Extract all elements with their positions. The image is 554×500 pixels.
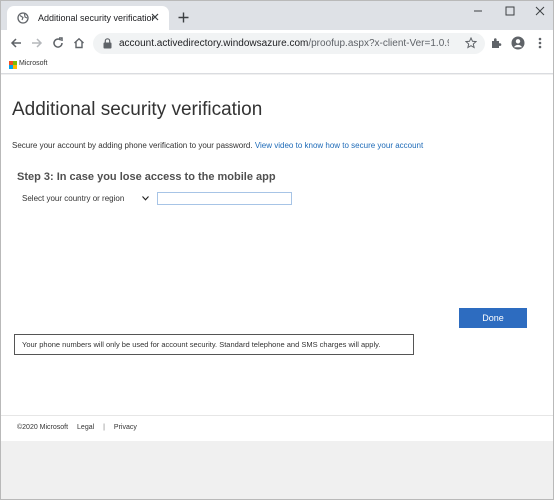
reload-icon[interactable] xyxy=(49,34,67,52)
menu-kebab-icon[interactable] xyxy=(531,34,549,52)
step-heading: Step 3: In case you lose access to the m… xyxy=(17,171,276,183)
bookmark-star-icon[interactable] xyxy=(464,36,478,50)
lock-icon[interactable] xyxy=(101,37,113,50)
chevron-down-icon xyxy=(140,194,150,204)
home-icon[interactable] xyxy=(70,34,88,52)
close-tab-icon[interactable] xyxy=(149,11,161,23)
maximize-icon[interactable] xyxy=(495,1,525,21)
intro-description: Secure your account by adding phone veri… xyxy=(12,141,253,150)
country-select[interactable]: Select your country or region xyxy=(17,192,153,205)
new-tab-icon[interactable] xyxy=(175,9,191,25)
forward-icon[interactable] xyxy=(28,34,46,52)
profile-avatar-icon[interactable] xyxy=(509,34,527,52)
extensions-icon[interactable] xyxy=(487,34,505,52)
tab-strip: Additional security verification xyxy=(1,1,553,30)
footer-separator: | xyxy=(103,424,105,431)
url-path: /proofup.aspx?x-client-Ver=1.0.9&x-c... xyxy=(308,38,449,49)
back-icon[interactable] xyxy=(7,34,25,52)
close-window-icon[interactable] xyxy=(525,1,554,21)
url-host: account.activedirectory.windowsazure.com xyxy=(119,38,309,49)
browser-window: Additional security verification account… xyxy=(0,0,554,500)
address-bar[interactable]: account.activedirectory.windowsazure.com… xyxy=(93,33,485,54)
country-select-value: Select your country or region xyxy=(22,194,125,203)
minimize-icon[interactable] xyxy=(463,1,493,21)
legal-link[interactable]: Legal xyxy=(77,424,94,431)
brand-label: Microsoft xyxy=(19,60,48,67)
video-link[interactable]: View video to know how to secure your ac… xyxy=(255,141,423,150)
browser-toolbar: account.activedirectory.windowsazure.com… xyxy=(1,30,553,56)
page-title: Additional security verification xyxy=(12,99,263,120)
globe-icon xyxy=(16,11,30,25)
privacy-link[interactable]: Privacy xyxy=(114,424,137,431)
copyright-text: ©2020 Microsoft xyxy=(17,424,69,431)
microsoft-logo-icon xyxy=(9,61,17,69)
page-content: Additional security verification Secure … xyxy=(1,75,553,415)
intro-text: Secure your account by adding phone veri… xyxy=(12,141,423,150)
url-text: account.activedirectory.windowsazure.com… xyxy=(119,37,449,50)
brand-bar: Microsoft xyxy=(1,56,553,74)
tab-title: Additional security verification xyxy=(38,13,154,23)
browser-tab[interactable]: Additional security verification xyxy=(7,6,169,30)
page-footer: ©2020 Microsoft Legal | Privacy xyxy=(1,415,553,441)
privacy-notice: Your phone numbers will only be used for… xyxy=(14,334,414,355)
phone-number-input[interactable] xyxy=(157,192,292,205)
done-button[interactable]: Done xyxy=(459,308,527,328)
